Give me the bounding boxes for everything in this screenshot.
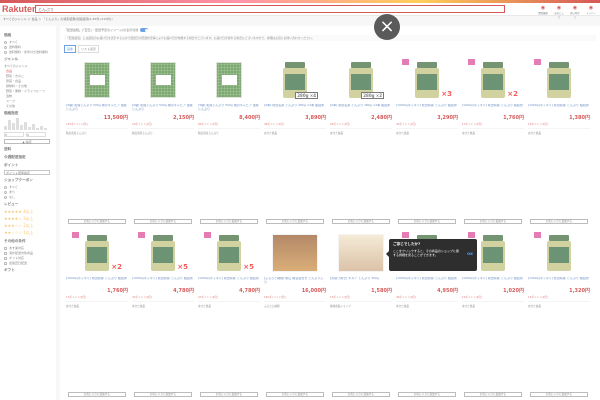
close-icon[interactable]: × <box>374 14 400 40</box>
tooltip-body: ここをクリックすると、その商品のショップに関する詳細を見ることができます。 <box>393 249 459 257</box>
tooltip-title: ご存じでしたか? <box>393 242 421 246</box>
tutorial-overlay <box>0 0 600 400</box>
tooltip-ok-button[interactable]: OK <box>467 252 473 256</box>
tutorial-tooltip: ご存じでしたか? ここをクリックすると、その商品のショップに関する詳細を見ること… <box>386 239 477 271</box>
